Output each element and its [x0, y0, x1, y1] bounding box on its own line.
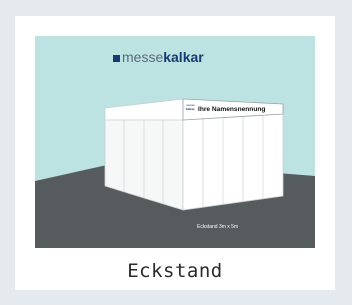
- booth-illustration: messekalkar messe kalkar Ihre Namensnenn…: [35, 36, 315, 248]
- messekalkar-logo: messekalkar: [113, 49, 204, 65]
- logo-text-messe: messe: [122, 49, 163, 65]
- floor-label: Eckstand 3m x 5m: [197, 224, 238, 230]
- fascia-logo-bottom: kalkar: [186, 107, 196, 111]
- fascia-name-text: Ihre Namensnennung: [198, 106, 265, 113]
- booth-caption[interactable]: Eckstand: [15, 260, 335, 282]
- booth-card[interactable]: messekalkar messe kalkar Ihre Namensnenn…: [15, 16, 335, 290]
- logo-mark-icon: [113, 55, 120, 62]
- svg-text:messekalkar: messekalkar: [122, 49, 204, 65]
- booth-back-wall: [182, 113, 284, 211]
- logo-text-kalkar: kalkar: [163, 49, 204, 65]
